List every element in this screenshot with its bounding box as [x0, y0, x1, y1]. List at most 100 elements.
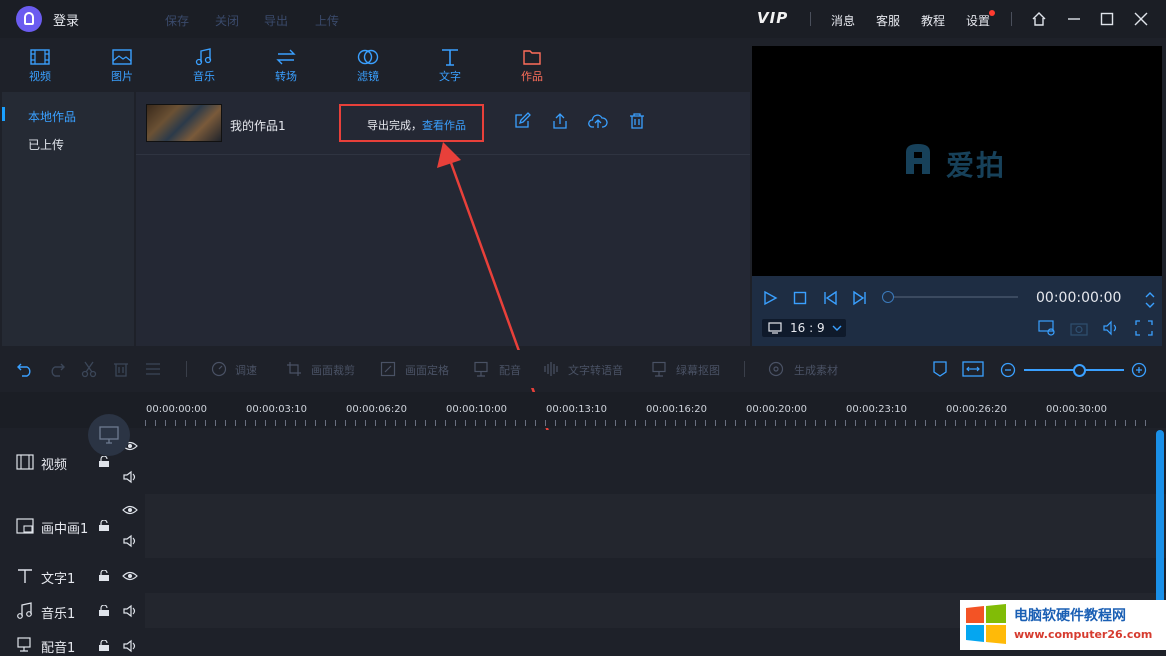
- lock-icon[interactable]: [98, 570, 110, 582]
- zoom-out-icon[interactable]: [1000, 362, 1016, 378]
- next-frame-icon[interactable]: [852, 290, 868, 306]
- speaker-icon[interactable]: [122, 639, 138, 653]
- tutorial-link[interactable]: 教程: [921, 12, 945, 29]
- delete-icon[interactable]: [112, 360, 130, 378]
- sidebar-item-local[interactable]: 本地作品: [28, 108, 76, 125]
- speaker-icon[interactable]: [122, 604, 138, 618]
- track-lane-text[interactable]: [145, 558, 1166, 593]
- aspect-ratio-select[interactable]: 16 : 9: [762, 319, 846, 337]
- messages-link[interactable]: 消息: [831, 12, 855, 29]
- fullscreen-icon[interactable]: [1135, 320, 1153, 336]
- track-lane-pip[interactable]: [145, 494, 1166, 558]
- dubbing-button[interactable]: 配音: [499, 362, 521, 378]
- cloud-upload-icon[interactable]: [588, 112, 608, 130]
- speaker-icon[interactable]: [122, 534, 138, 548]
- edit-icon[interactable]: [513, 112, 531, 130]
- speaker-icon[interactable]: [122, 470, 138, 484]
- progress-handle[interactable]: [882, 291, 894, 303]
- undo-icon[interactable]: [16, 360, 34, 378]
- track-name: 音乐1: [41, 607, 76, 622]
- close-icon[interactable]: [1133, 11, 1149, 27]
- work-thumbnail[interactable]: [146, 104, 222, 142]
- support-link[interactable]: 客服: [876, 12, 900, 29]
- maximize-icon[interactable]: [1099, 11, 1115, 27]
- eye-icon[interactable]: [122, 504, 138, 516]
- track-name: 视频: [41, 458, 68, 473]
- vip-badge[interactable]: VIP: [757, 9, 788, 27]
- freeze-frame-button[interactable]: 画面定格: [405, 362, 449, 378]
- zoom-slider-handle[interactable]: [1073, 364, 1086, 377]
- tab-text[interactable]: 文字: [420, 48, 480, 84]
- crop-icon[interactable]: [286, 361, 302, 377]
- login-link[interactable]: 登录: [53, 10, 79, 29]
- dubbing-icon[interactable]: [473, 361, 489, 377]
- track-lane-video[interactable]: [145, 430, 1166, 494]
- sidebar-item-uploaded[interactable]: 已上传: [28, 136, 64, 153]
- marker-icon[interactable]: [932, 360, 948, 378]
- share-icon[interactable]: [551, 112, 569, 130]
- help-avatar[interactable]: [88, 414, 130, 456]
- tab-video[interactable]: 视频: [10, 48, 70, 84]
- tab-transition[interactable]: 转场: [256, 48, 316, 84]
- tab-works[interactable]: 作品: [502, 48, 562, 84]
- freeze-frame-icon[interactable]: [380, 361, 396, 377]
- tts-icon[interactable]: [543, 361, 559, 377]
- ruler-tick-label: 00:00:06:20: [346, 404, 408, 415]
- speed-icon[interactable]: [211, 361, 227, 377]
- aipai-logo-icon: [906, 144, 930, 174]
- view-work-link[interactable]: 查看作品: [422, 119, 466, 132]
- redo-icon[interactable]: [48, 360, 66, 378]
- previous-frame-icon[interactable]: [822, 290, 838, 306]
- settings-sliders-icon[interactable]: [144, 360, 162, 378]
- green-screen-icon[interactable]: [651, 361, 667, 377]
- lock-icon[interactable]: [98, 640, 110, 652]
- track-name: 配音1: [41, 641, 76, 656]
- list-item[interactable]: 我的作品1 导出完成，查看作品: [136, 92, 750, 155]
- close-menu[interactable]: 关闭: [215, 12, 239, 29]
- music-icon: [17, 602, 32, 619]
- ruler-ticks: [145, 420, 1155, 426]
- divider: [810, 12, 811, 26]
- volume-icon[interactable]: [1102, 320, 1120, 336]
- fit-timeline-icon[interactable]: [962, 360, 984, 378]
- camera-icon[interactable]: [1070, 320, 1088, 336]
- filter-icon: [357, 49, 379, 65]
- screen-record-icon[interactable]: [1038, 320, 1056, 336]
- track-header-text: 文字1: [0, 558, 145, 593]
- lock-icon[interactable]: [98, 456, 110, 468]
- generate-material-button[interactable]: 生成素材: [794, 362, 838, 378]
- crop-button[interactable]: 画面裁剪: [311, 362, 355, 378]
- works-list: 我的作品1 导出完成，查看作品: [136, 92, 750, 346]
- play-icon[interactable]: [762, 290, 778, 306]
- music-icon: [195, 48, 212, 66]
- progress-track[interactable]: [888, 296, 1018, 298]
- spinner-icon[interactable]: [1144, 290, 1156, 310]
- divider: [186, 361, 187, 377]
- lock-icon[interactable]: [98, 605, 110, 617]
- tab-label: 文字: [439, 70, 461, 83]
- lock-icon[interactable]: [98, 520, 110, 532]
- save-menu[interactable]: 保存: [165, 12, 189, 29]
- trash-icon[interactable]: [628, 112, 646, 130]
- timeline-ruler[interactable]: 00:00:00:00 00:00:03:10 00:00:06:20 00:0…: [0, 392, 1166, 428]
- settings-link[interactable]: 设置: [966, 12, 990, 29]
- green-screen-button[interactable]: 绿幕抠图: [676, 362, 720, 378]
- stop-icon[interactable]: [792, 290, 808, 306]
- speed-button[interactable]: 调速: [235, 362, 257, 378]
- minimize-icon[interactable]: [1066, 11, 1082, 27]
- text-to-speech-button[interactable]: 文字转语音: [568, 362, 623, 378]
- timeline-scrollbar[interactable]: [1156, 430, 1164, 626]
- watermark-title: 电脑软硬件教程网: [1014, 608, 1126, 624]
- generate-material-icon[interactable]: [768, 361, 784, 377]
- tab-image[interactable]: 图片: [92, 48, 152, 84]
- eye-icon[interactable]: [122, 570, 138, 582]
- tab-filter[interactable]: 滤镜: [338, 48, 398, 84]
- tab-music[interactable]: 音乐: [174, 48, 234, 84]
- home-icon[interactable]: [1031, 11, 1047, 27]
- export-menu[interactable]: 导出: [264, 12, 288, 29]
- timecode-display[interactable]: 00:00:00:00: [1036, 290, 1121, 306]
- avatar[interactable]: [16, 6, 42, 32]
- cut-icon[interactable]: [80, 360, 98, 378]
- upload-menu[interactable]: 上传: [315, 12, 339, 29]
- zoom-in-icon[interactable]: [1131, 362, 1147, 378]
